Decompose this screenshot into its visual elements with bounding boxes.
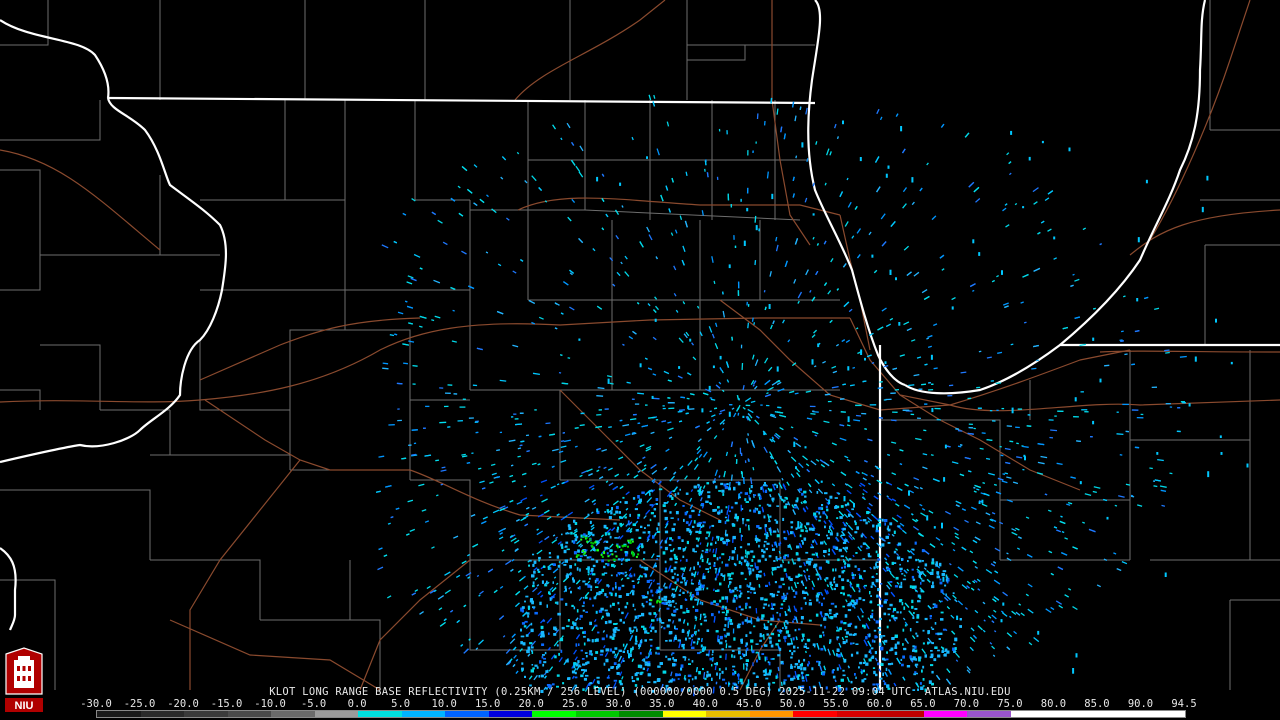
- scale-label: 50.0: [779, 698, 805, 710]
- scale-label: 65.0: [910, 698, 936, 710]
- scale-swatch: [445, 711, 489, 717]
- scale-label: 60.0: [866, 698, 893, 710]
- scale-label: 45.0: [736, 698, 762, 710]
- scale-label: -30.0: [80, 698, 112, 710]
- scale-swatch: [1141, 711, 1185, 717]
- scale-label: 15.0: [475, 698, 501, 710]
- scale-label: 90.0: [1127, 698, 1154, 710]
- scale-swatch: [488, 711, 533, 717]
- niu-logo: NIU: [2, 646, 46, 716]
- scale-label: -10.0: [254, 698, 286, 710]
- scale-label: -5.0: [300, 698, 327, 710]
- radar-map: [0, 0, 1280, 720]
- scale-label: 55.0: [823, 698, 849, 710]
- svg-text:NIU: NIU: [15, 700, 34, 712]
- scale-swatch: [1010, 711, 1055, 717]
- scale-label: -20.0: [167, 698, 199, 710]
- scale-label: 40.0: [692, 698, 718, 710]
- scale-label: 20.0: [518, 698, 544, 710]
- scale-swatch: [923, 711, 968, 717]
- scale-label: 70.0: [953, 698, 980, 710]
- scale-label: 0.0: [347, 698, 367, 710]
- scale-swatch: [97, 711, 141, 717]
- scale-label: 5.0: [391, 698, 411, 710]
- scale-swatch: [314, 711, 359, 717]
- scale-label: 30.0: [605, 698, 631, 710]
- scale-swatch: [880, 711, 924, 717]
- scale-label: -25.0: [123, 698, 156, 710]
- scale-label: 35.0: [649, 698, 675, 710]
- scale-swatch: [227, 711, 272, 717]
- scale-swatch: [575, 711, 620, 717]
- scale-label: 80.0: [1040, 698, 1067, 710]
- color-scale-bar: [96, 710, 1186, 718]
- scale-label: 94.5: [1171, 698, 1197, 710]
- product-title: KLOT LONG RANGE BASE REFLECTIVITY (0.25K…: [269, 686, 1011, 698]
- scale-swatch: [619, 711, 663, 717]
- scale-swatch: [793, 711, 837, 717]
- scale-swatch: [1054, 711, 1098, 717]
- scale-swatch: [271, 711, 315, 717]
- scale-label: 25.0: [562, 698, 588, 710]
- scale-swatch: [358, 711, 402, 717]
- scale-swatch: [401, 711, 446, 717]
- scale-swatch: [836, 711, 881, 717]
- scale-label: 10.0: [431, 698, 457, 710]
- scale-swatch: [662, 711, 707, 717]
- color-scale-labels: -30.0 -25.0 -20.0 -15.0 -10.0 -5.0 0.0 5.0 10.0 1…: [80, 698, 1197, 710]
- scale-swatch: [967, 711, 1011, 717]
- scale-swatch: [140, 711, 185, 717]
- scale-label: -15.0: [210, 698, 243, 710]
- scale-label: 75.0: [997, 698, 1023, 710]
- scale-swatch: [749, 711, 794, 717]
- scale-swatch: [184, 711, 228, 717]
- scale-label: 85.0: [1084, 698, 1110, 710]
- scale-swatch: [706, 711, 750, 717]
- scale-swatch: [532, 711, 576, 717]
- scale-swatch: [1097, 711, 1142, 717]
